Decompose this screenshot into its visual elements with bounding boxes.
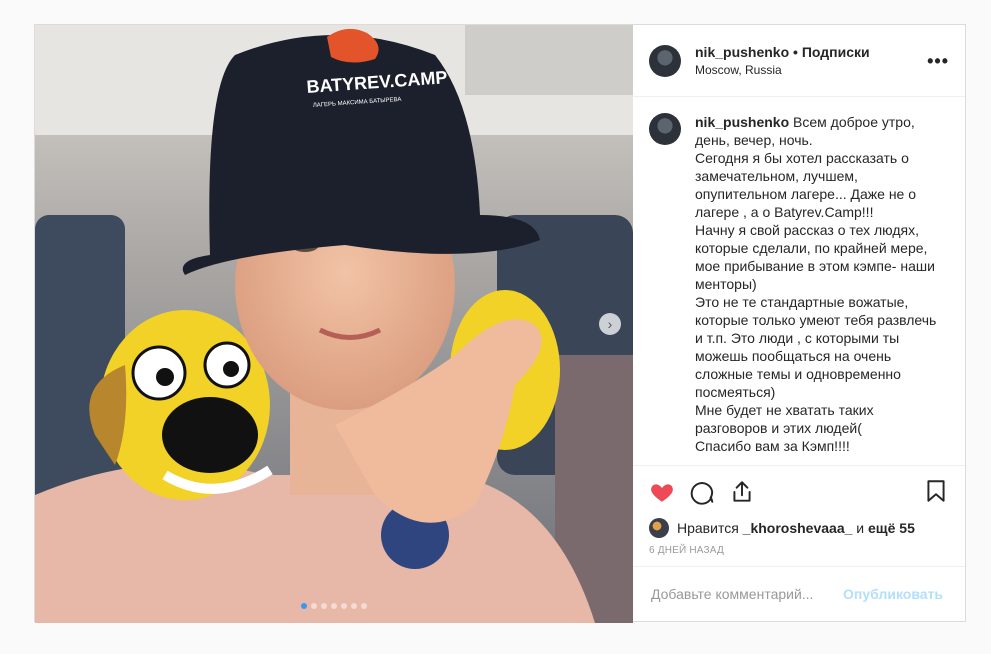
carousel-dot bbox=[321, 603, 327, 609]
carousel-dot bbox=[301, 603, 307, 609]
carousel-dot bbox=[311, 603, 317, 609]
caption-text: Всем доброе утро, день, вечер, ночь. Сег… bbox=[695, 114, 937, 454]
post-image: BATYREV.CAMP ЛАГЕРЬ МАКСИМА БАТЫРЕВА bbox=[35, 25, 633, 623]
post-header: nik_pushenko • Подписки Moscow, Russia •… bbox=[633, 25, 965, 97]
post-location[interactable]: Moscow, Russia bbox=[695, 63, 870, 77]
bookmark-icon[interactable] bbox=[923, 478, 949, 504]
comment-input[interactable] bbox=[649, 585, 838, 603]
post-caption: nik_pushenko Всем доброе утро, день, веч… bbox=[695, 113, 945, 454]
carousel-indicator bbox=[35, 603, 633, 609]
caption-username[interactable]: nik_pushenko bbox=[695, 114, 789, 130]
post-sidebar: nik_pushenko • Подписки Moscow, Russia •… bbox=[633, 25, 965, 621]
likes-and: и bbox=[856, 520, 865, 536]
publish-comment-button[interactable]: Опубликовать bbox=[837, 585, 949, 603]
post-time-ago[interactable]: 6 ДНЕЙ НАЗАД bbox=[633, 539, 965, 561]
author-username[interactable]: nik_pushenko bbox=[695, 44, 789, 60]
header-separator: • bbox=[793, 44, 798, 60]
carousel-next-arrow-icon[interactable]: › bbox=[599, 313, 621, 335]
post-photo[interactable]: BATYREV.CAMP ЛАГЕРЬ МАКСИМА БАТЫРЕВА › bbox=[35, 25, 633, 623]
comment-bubble-icon[interactable] bbox=[689, 479, 715, 505]
liker-username[interactable]: _khoroshevaaa_ bbox=[743, 520, 853, 536]
header-line: nik_pushenko • Подписки bbox=[695, 44, 870, 60]
carousel-dot bbox=[361, 603, 367, 609]
carousel-dot bbox=[351, 603, 357, 609]
comments-section: nik_pushenko Всем доброе утро, день, веч… bbox=[633, 97, 965, 465]
carousel-dot bbox=[331, 603, 337, 609]
author-avatar[interactable] bbox=[649, 44, 681, 77]
add-comment-bar: Опубликовать bbox=[633, 566, 965, 621]
share-icon[interactable] bbox=[729, 479, 755, 505]
likes-summary: Нравится _khoroshevaaa_ и ещё 55 bbox=[633, 517, 965, 539]
post-actions bbox=[633, 465, 965, 517]
post-card: BATYREV.CAMP ЛАГЕРЬ МАКСИМА БАТЫРЕВА › n… bbox=[34, 24, 966, 623]
liker-avatar[interactable] bbox=[649, 518, 669, 538]
more-dots-icon[interactable]: ••• bbox=[927, 51, 949, 72]
carousel-dot bbox=[341, 603, 347, 609]
likes-more-link[interactable]: ещё 55 bbox=[868, 520, 915, 536]
follow-status-button[interactable]: Подписки bbox=[802, 44, 870, 60]
caption-author-avatar[interactable] bbox=[649, 113, 681, 145]
header-text: nik_pushenko • Подписки Moscow, Russia bbox=[695, 44, 870, 77]
like-heart-icon[interactable] bbox=[649, 479, 675, 505]
likes-prefix: Нравится bbox=[677, 520, 739, 536]
